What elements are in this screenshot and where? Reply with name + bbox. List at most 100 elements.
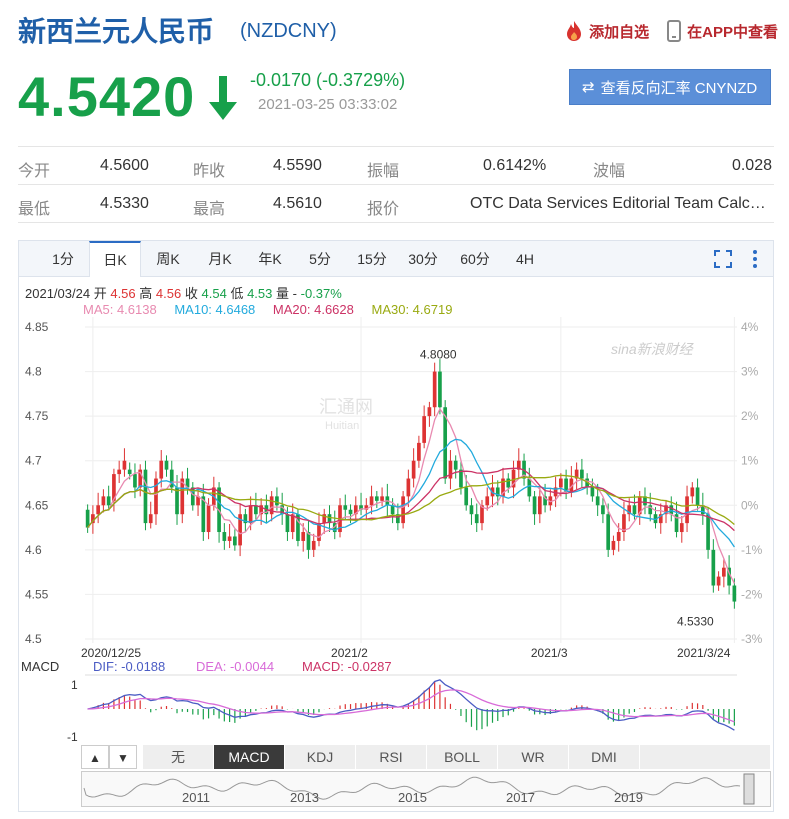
timeline-year: 2013 bbox=[290, 790, 319, 805]
quote-stats: 今开 4.5600 昨收 4.5590 振幅 0.6142% 波幅 0.028 … bbox=[18, 146, 774, 223]
y-tick-label: 4.5 bbox=[25, 632, 42, 646]
ma10-line bbox=[87, 438, 735, 548]
candle-body bbox=[148, 514, 153, 524]
candle-body bbox=[417, 442, 421, 461]
candle-body bbox=[595, 496, 600, 506]
candle-body bbox=[117, 469, 122, 475]
top-actions: 添加自选 在APP中查看 bbox=[565, 20, 778, 42]
ma30-line bbox=[87, 474, 735, 529]
candle-body bbox=[175, 487, 179, 515]
view-in-app-button[interactable]: 在APP中查看 bbox=[667, 20, 778, 42]
y-tick-label: 4.7 bbox=[25, 454, 42, 468]
dif-line bbox=[87, 679, 735, 731]
candle-body bbox=[301, 532, 306, 541]
candle-body bbox=[406, 478, 411, 497]
candle-body bbox=[616, 532, 621, 541]
candle-body bbox=[422, 416, 426, 443]
x-tick-label: 2021/3/24 bbox=[677, 646, 731, 660]
macd-legend-name: MACD bbox=[21, 659, 59, 674]
pct-tick-label: 2% bbox=[741, 409, 759, 423]
high-label: 最高 bbox=[193, 201, 226, 218]
timeline-year: 2011 bbox=[182, 790, 210, 805]
pct-tick-label: -1% bbox=[741, 543, 763, 557]
down-arrow-icon bbox=[209, 76, 237, 120]
indicator-wr[interactable]: WR bbox=[498, 745, 569, 769]
candle-body bbox=[380, 496, 384, 501]
macd-legend-dea: DEA: -0.0044 bbox=[196, 659, 274, 674]
candle-body bbox=[222, 532, 227, 541]
reverse-rate-button[interactable]: ⇄ 查看反向汇率 CNYNZD bbox=[569, 69, 771, 105]
timeline-handle[interactable] bbox=[743, 773, 755, 805]
candle-body bbox=[485, 496, 490, 506]
prev-close-label: 昨收 bbox=[193, 163, 226, 180]
candle-body bbox=[685, 496, 689, 524]
pct-tick-label: 3% bbox=[741, 365, 759, 379]
y-tick-label: 4.65 bbox=[25, 498, 49, 512]
add-watchlist-button[interactable]: 添加自选 bbox=[565, 20, 649, 42]
candle-body bbox=[411, 460, 416, 479]
page-title: 新西兰元人民币 bbox=[18, 16, 215, 47]
candle-body bbox=[669, 505, 674, 515]
low-value: 4.5330 bbox=[100, 195, 149, 212]
timeline-year: 2015 bbox=[398, 790, 427, 805]
x-tick-label: 2021/3 bbox=[531, 646, 568, 660]
candle-body bbox=[143, 469, 148, 524]
indicator-macd[interactable]: MACD bbox=[214, 745, 285, 769]
candle-body bbox=[459, 469, 463, 488]
candle-body bbox=[374, 496, 379, 501]
candle-body bbox=[438, 371, 442, 408]
huitong-watermark: 汇通网 bbox=[319, 397, 373, 417]
candle-body bbox=[401, 496, 405, 524]
macd-legend-dif: DIF: -0.0188 bbox=[93, 659, 165, 674]
timeline-overview[interactable]: 2011 2013 2015 2017 2019 bbox=[82, 772, 770, 806]
stats-row-2: 最低 4.5330 最高 4.5610 报价 OTC Data Services… bbox=[18, 185, 774, 223]
timeline-year: 2019 bbox=[614, 790, 643, 805]
stats-row-1: 今开 4.5600 昨收 4.5590 振幅 0.6142% 波幅 0.028 bbox=[18, 147, 774, 185]
candle-body bbox=[348, 509, 353, 515]
candle-body bbox=[695, 487, 700, 506]
low-label: 最低 bbox=[18, 201, 51, 218]
min-price-label: 4.5330 bbox=[677, 615, 714, 629]
scroll-up-button[interactable]: ▲ bbox=[81, 745, 109, 769]
high-value: 4.5610 bbox=[273, 195, 322, 212]
candle-body bbox=[690, 487, 695, 497]
title-row: 新西兰元人民币 (NZDCNY) 添加自选 在APP中查看 bbox=[18, 10, 778, 50]
indicator-dmi[interactable]: DMI bbox=[569, 745, 640, 769]
macd-legend-macd: MACD: -0.0287 bbox=[302, 659, 392, 674]
candle-body bbox=[464, 487, 469, 506]
macd-axis-label: -1 bbox=[67, 730, 78, 744]
candle-body bbox=[580, 469, 584, 479]
open-value: 4.5600 bbox=[100, 157, 149, 174]
candle-body bbox=[537, 496, 542, 515]
timeline-navigator[interactable]: 2011 2013 2015 2017 2019 bbox=[81, 771, 771, 807]
kline-chart[interactable]: sina新浪财经 汇通网 Huitian 4.85 4% 4.8 3% 4.75 2% 4.… bbox=[19, 241, 773, 811]
reverse-rate-label: 查看反向汇率 CNYNZD bbox=[600, 79, 758, 97]
y-tick-label: 4.75 bbox=[25, 409, 49, 423]
y-tick-label: 4.55 bbox=[25, 587, 49, 601]
candle-body bbox=[722, 567, 726, 577]
candle-body bbox=[432, 371, 437, 408]
indicator-kdj[interactable]: KDJ bbox=[285, 745, 356, 769]
candle-body bbox=[532, 496, 537, 515]
candle-body bbox=[716, 576, 721, 586]
indicator-rsi[interactable]: RSI bbox=[356, 745, 427, 769]
view-in-app-label: 在APP中查看 bbox=[687, 23, 778, 41]
candle-body bbox=[106, 496, 111, 506]
candle-body bbox=[453, 460, 458, 470]
candle-body bbox=[706, 514, 710, 550]
price-change: -0.0170 (-0.3729%) bbox=[250, 70, 406, 90]
candle-body bbox=[233, 536, 237, 546]
candle-body bbox=[527, 478, 532, 497]
candle-body bbox=[96, 505, 100, 515]
candle-body bbox=[133, 474, 137, 488]
pct-tick-label: 4% bbox=[741, 320, 759, 334]
quote-source-label: 报价 bbox=[367, 201, 400, 218]
scroll-down-button[interactable]: ▼ bbox=[109, 745, 137, 769]
candle-body bbox=[679, 523, 684, 533]
candle-body bbox=[227, 536, 232, 541]
indicator-none[interactable]: 无 bbox=[143, 745, 214, 769]
candle-body bbox=[101, 496, 106, 506]
y-tick-label: 4.8 bbox=[25, 365, 42, 379]
chart-panel: 1分 日K 周K 月K 年K 5分 15分 30分 60分 4H 2021/03… bbox=[18, 240, 774, 812]
indicator-boll[interactable]: BOLL bbox=[427, 745, 498, 769]
